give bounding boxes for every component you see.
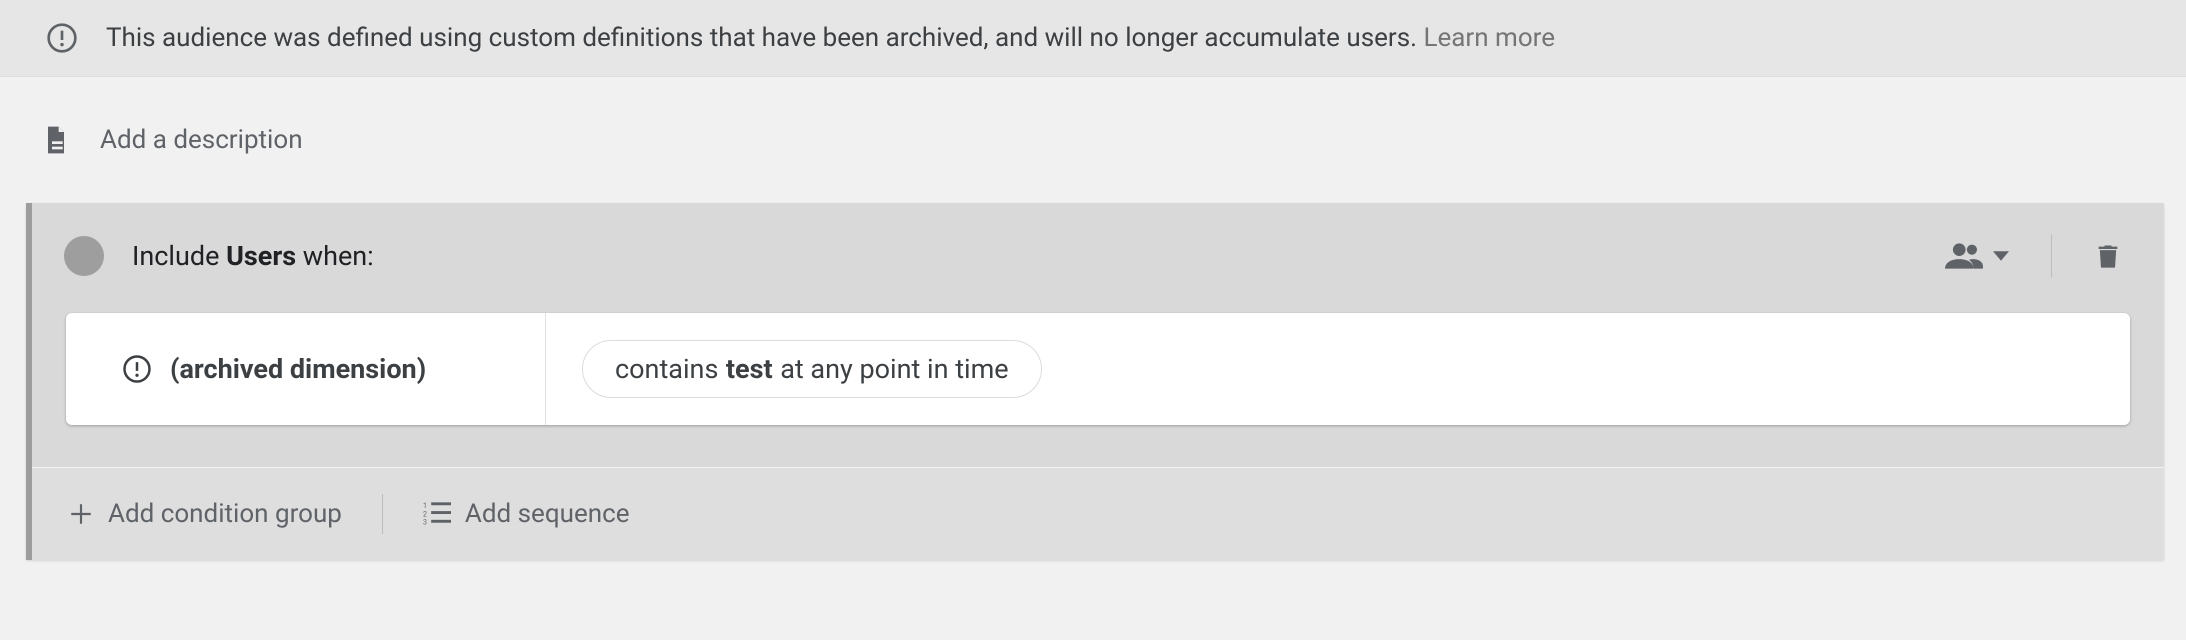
dimension-cell[interactable]: (archived dimension) xyxy=(66,313,546,425)
audience-builder-block: Include Users when: xyxy=(26,203,2164,560)
trash-icon xyxy=(2094,239,2122,273)
document-icon xyxy=(40,121,72,159)
alert-circle-icon xyxy=(122,354,152,384)
sequence-icon: 1 2 3 xyxy=(423,501,451,527)
chip-prefix: contains xyxy=(615,353,718,385)
builder-header-controls xyxy=(1935,229,2132,283)
title-scope: Users xyxy=(226,240,296,272)
header-divider xyxy=(2051,234,2052,278)
warning-message: This audience was defined using custom d… xyxy=(106,23,1417,53)
condition-card: (archived dimension) contains test at an… xyxy=(66,313,2130,425)
description-placeholder: Add a description xyxy=(100,125,303,155)
condition-value-chip[interactable]: contains test at any point in time xyxy=(582,340,1042,398)
value-cell: contains test at any point in time xyxy=(546,313,2130,425)
add-sequence-label: Add sequence xyxy=(465,499,630,529)
builder-footer: Add condition group 1 2 3 Add sequence xyxy=(32,467,2164,560)
chip-suffix: at any point in time xyxy=(780,353,1008,385)
include-indicator-dot xyxy=(64,236,104,276)
svg-text:3: 3 xyxy=(423,519,427,527)
description-row[interactable]: Add a description xyxy=(0,77,2186,203)
add-condition-group-button[interactable]: Add condition group xyxy=(68,499,342,529)
warning-text: This audience was defined using custom d… xyxy=(106,23,1555,53)
title-suffix: when: xyxy=(296,240,374,272)
chip-value: test xyxy=(726,353,773,385)
title-prefix: Include xyxy=(132,240,226,272)
plus-icon xyxy=(68,501,94,527)
dimension-label: (archived dimension) xyxy=(170,353,426,385)
svg-text:1: 1 xyxy=(423,502,427,510)
svg-text:2: 2 xyxy=(423,510,427,518)
alert-circle-icon xyxy=(46,22,78,54)
builder-header: Include Users when: xyxy=(32,203,2164,309)
chevron-down-icon xyxy=(1993,251,2009,261)
people-icon xyxy=(1945,241,1983,271)
builder-title: Include Users when: xyxy=(132,240,1907,272)
delete-group-button[interactable] xyxy=(2084,229,2132,283)
footer-divider xyxy=(382,494,383,534)
archived-warning-banner: This audience was defined using custom d… xyxy=(0,0,2186,77)
add-condition-group-label: Add condition group xyxy=(108,499,342,529)
scope-dropdown[interactable] xyxy=(1935,231,2019,281)
learn-more-link[interactable]: Learn more xyxy=(1423,23,1555,53)
add-sequence-button[interactable]: 1 2 3 Add sequence xyxy=(423,499,630,529)
